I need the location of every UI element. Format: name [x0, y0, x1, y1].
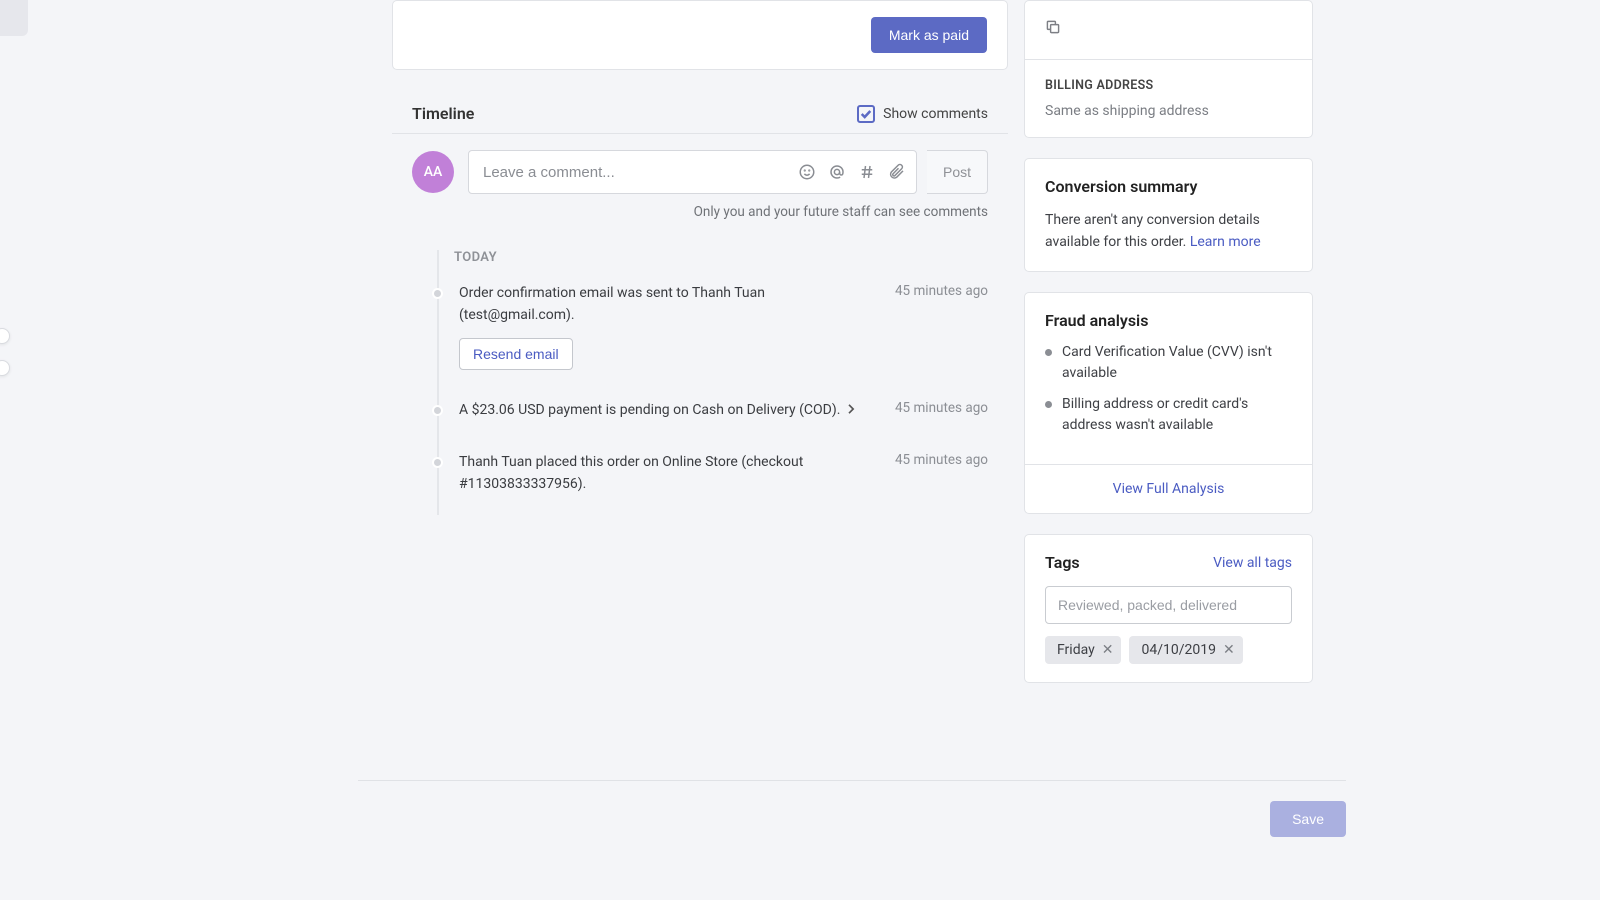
- timeline-event: Thanh Tuan placed this order on Online S…: [459, 452, 988, 495]
- show-comments-toggle[interactable]: Show comments: [857, 105, 988, 123]
- conversion-card: Conversion summary There aren't any conv…: [1024, 158, 1313, 272]
- event-text: Order confirmation email was sent to Tha…: [459, 283, 881, 326]
- remove-tag-icon[interactable]: ✕: [1223, 643, 1235, 657]
- timeline-title: Timeline: [412, 104, 474, 123]
- hash-icon[interactable]: [852, 157, 882, 187]
- view-all-tags-link[interactable]: View all tags: [1213, 555, 1292, 571]
- fraud-card: Fraud analysis Card Verification Value (…: [1024, 292, 1313, 514]
- event-text: Thanh Tuan placed this order on Online S…: [459, 452, 881, 495]
- float-button-a[interactable]: [0, 328, 10, 344]
- tags-card: Tags View all tags Friday✕ 04/10/2019✕: [1024, 534, 1313, 683]
- timeline-event: A $23.06 USD payment is pending on Cash …: [459, 400, 988, 422]
- checkbox-icon: [857, 105, 875, 123]
- expand-caret-icon[interactable]: [848, 404, 855, 414]
- remove-tag-icon[interactable]: ✕: [1102, 643, 1114, 657]
- event-time: 45 minutes ago: [895, 400, 988, 416]
- fraud-title: Fraud analysis: [1045, 311, 1292, 330]
- mention-icon[interactable]: [822, 157, 852, 187]
- billing-address-text: Same as shipping address: [1045, 103, 1292, 119]
- mark-as-paid-button[interactable]: Mark as paid: [871, 17, 987, 53]
- tags-input[interactable]: [1045, 586, 1292, 624]
- post-button[interactable]: Post: [927, 150, 988, 194]
- conversion-title: Conversion summary: [1045, 177, 1292, 196]
- tags-title: Tags: [1045, 553, 1080, 572]
- attachment-icon[interactable]: [882, 157, 912, 187]
- event-time: 45 minutes ago: [895, 452, 988, 468]
- resend-email-button[interactable]: Resend email: [459, 338, 573, 370]
- timeline-section: Timeline Show comments AA Post Only you …: [392, 90, 1008, 525]
- event-text: A $23.06 USD payment is pending on Cash …: [459, 400, 881, 422]
- copy-icon[interactable]: [1045, 19, 1073, 47]
- payment-card: Mark as paid: [392, 0, 1008, 70]
- footer: Save: [358, 780, 1346, 837]
- tag-chip: 04/10/2019✕: [1129, 636, 1242, 664]
- billing-address-header: BILLING ADDRESS: [1045, 78, 1292, 93]
- show-comments-label: Show comments: [883, 106, 988, 122]
- tag-chip: Friday✕: [1045, 636, 1121, 664]
- fraud-item: Card Verification Value (CVV) isn't avai…: [1045, 342, 1292, 384]
- learn-more-link[interactable]: Learn more: [1190, 234, 1261, 250]
- comment-note: Only you and your future staff can see c…: [412, 204, 988, 220]
- fraud-item: Billing address or credit card's address…: [1045, 394, 1292, 436]
- emoji-icon[interactable]: [792, 157, 822, 187]
- address-card: BILLING ADDRESS Same as shipping address: [1024, 0, 1313, 138]
- view-full-analysis-link[interactable]: View Full Analysis: [1025, 465, 1312, 513]
- event-time: 45 minutes ago: [895, 283, 988, 299]
- timeline-event: Order confirmation email was sent to Tha…: [459, 283, 988, 370]
- save-button[interactable]: Save: [1270, 801, 1346, 837]
- float-button-b[interactable]: [0, 360, 10, 376]
- avatar: AA: [412, 151, 454, 193]
- comment-input[interactable]: [483, 164, 792, 181]
- date-label: TODAY: [454, 250, 983, 265]
